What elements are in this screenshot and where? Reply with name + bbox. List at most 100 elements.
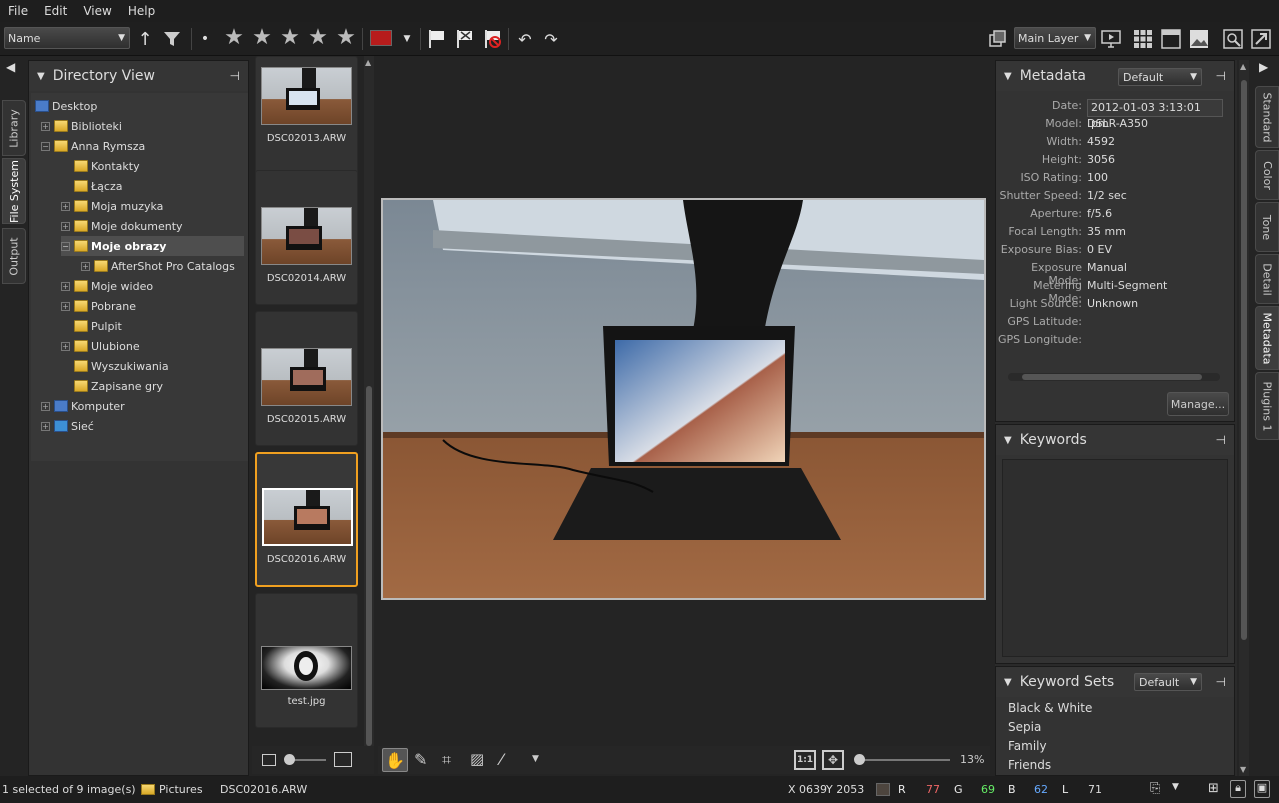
current-folder[interactable]: Pictures bbox=[159, 783, 203, 796]
collapse-right-icon[interactable]: ▶ bbox=[1259, 60, 1268, 74]
scrollbar-thumb[interactable] bbox=[1022, 374, 1202, 380]
thumbnail[interactable]: DSC02014.ARW bbox=[255, 170, 358, 305]
tab-output[interactable]: Output bbox=[2, 228, 26, 284]
star-1-icon[interactable]: ★ bbox=[220, 25, 248, 50]
scrollbar-thumb[interactable] bbox=[1241, 80, 1247, 640]
scroll-up-icon[interactable]: ▲ bbox=[365, 58, 371, 67]
tree-item-moja-muzyka[interactable]: + Moja muzyka bbox=[61, 196, 163, 216]
sort-ascending-icon[interactable]: ↑ bbox=[136, 28, 154, 50]
filmstrip-view-icon[interactable] bbox=[1160, 28, 1182, 50]
fullscreen-icon[interactable] bbox=[1250, 28, 1272, 50]
filmstrip-scrollbar[interactable]: ▲ bbox=[364, 56, 374, 746]
thumbnail[interactable]: DSC02015.ARW bbox=[255, 311, 358, 446]
lock-icon[interactable]: 🔒︎ bbox=[1230, 780, 1246, 798]
keyword-sets-dropdown[interactable]: Default ▼ bbox=[1134, 673, 1202, 691]
menu-edit[interactable]: Edit bbox=[36, 4, 75, 18]
color-label-swatch[interactable] bbox=[370, 30, 392, 46]
collapse-icon[interactable]: − bbox=[61, 241, 70, 251]
tree-item-komputer[interactable]: + Komputer bbox=[41, 396, 125, 416]
menu-file[interactable]: File bbox=[0, 4, 36, 18]
clear-flag-icon[interactable] bbox=[482, 28, 504, 50]
thumbnail-selected[interactable]: DSC02016.ARW bbox=[255, 452, 358, 587]
collapse-left-icon[interactable]: ◀ bbox=[6, 60, 15, 74]
layers-icon[interactable] bbox=[986, 28, 1008, 50]
tree-item-biblioteki[interactable]: + Biblioteki bbox=[41, 116, 122, 136]
tab-standard[interactable]: Standard bbox=[1255, 86, 1279, 148]
tree-item-anna-rymsza[interactable]: − Anna Rymsza bbox=[41, 136, 145, 156]
pin-icon[interactable]: ⊣ bbox=[1216, 69, 1226, 83]
tree-item-moje-dokumenty[interactable]: + Moje dokumenty bbox=[61, 216, 183, 236]
zoom-slider[interactable] bbox=[856, 759, 950, 761]
expand-icon[interactable]: + bbox=[41, 121, 50, 131]
tab-tone[interactable]: Tone bbox=[1255, 202, 1279, 252]
scroll-up-icon[interactable]: ▲ bbox=[1240, 62, 1246, 71]
rotate-right-icon[interactable]: ↷ bbox=[540, 28, 562, 50]
scrollbar-thumb[interactable] bbox=[366, 386, 372, 746]
collapse-triangle-icon[interactable]: ▼ bbox=[1004, 71, 1012, 82]
keyword-item[interactable]: Family bbox=[996, 739, 1234, 758]
small-thumb-icon[interactable] bbox=[262, 754, 276, 766]
pin-icon[interactable]: ⊣ bbox=[1216, 433, 1226, 447]
tree-item-zapisane-gry[interactable]: Zapisane gry bbox=[74, 376, 163, 396]
hand-tool-icon[interactable]: ✋ bbox=[382, 748, 408, 772]
chevron-down-icon[interactable]: ▼ bbox=[1172, 782, 1179, 792]
expand-icon[interactable]: + bbox=[61, 301, 70, 311]
tab-detail[interactable]: Detail bbox=[1255, 254, 1279, 304]
keyword-item[interactable]: Sepia bbox=[996, 720, 1234, 739]
collapse-triangle-icon[interactable]: ▼ bbox=[1004, 677, 1012, 688]
tab-color[interactable]: Color bbox=[1255, 150, 1279, 200]
tree-item-lacza[interactable]: Łącza bbox=[74, 176, 123, 196]
collapse-icon[interactable]: − bbox=[41, 141, 50, 151]
tree-item-moje-wideo[interactable]: + Moje wideo bbox=[61, 276, 153, 296]
keyword-item[interactable]: Black & White bbox=[996, 701, 1234, 720]
tool-dropdown-chevron-icon[interactable]: ▼ bbox=[532, 754, 539, 764]
fit-to-window-icon[interactable]: ✥ bbox=[822, 750, 844, 770]
rotate-left-icon[interactable]: ↶ bbox=[514, 28, 536, 50]
color-dropdown-chevron-icon[interactable]: ▼ bbox=[400, 28, 414, 50]
main-photo[interactable] bbox=[381, 198, 986, 600]
grid-icon[interactable]: ⊞ bbox=[1208, 781, 1219, 796]
menu-view[interactable]: View bbox=[75, 4, 119, 18]
tree-item-pobrane[interactable]: + Pobrane bbox=[61, 296, 136, 316]
collapse-triangle-icon[interactable]: ▼ bbox=[37, 71, 45, 82]
zoom-1-1-button[interactable]: 1:1 bbox=[794, 750, 816, 770]
tag-icon[interactable]: ⎘ bbox=[1150, 781, 1160, 796]
single-view-icon[interactable] bbox=[1188, 28, 1210, 50]
expand-icon[interactable]: + bbox=[81, 261, 90, 271]
tree-item-moje-obrazy[interactable]: − Moje obrazy bbox=[61, 236, 244, 256]
expand-icon[interactable]: + bbox=[41, 421, 50, 431]
right-panel-scrollbar[interactable]: ▲ ▼ bbox=[1239, 60, 1249, 776]
tree-item-pulpit[interactable]: Pulpit bbox=[74, 316, 122, 336]
tree-item-ulubione[interactable]: + Ulubione bbox=[61, 336, 140, 356]
expand-icon[interactable]: + bbox=[61, 341, 70, 351]
straighten-icon[interactable]: ▨ bbox=[470, 750, 484, 768]
expand-icon[interactable]: + bbox=[61, 201, 70, 211]
pin-icon[interactable]: ⊣ bbox=[230, 69, 240, 83]
tree-item-desktop[interactable]: Desktop bbox=[35, 96, 97, 116]
thumbnail[interactable]: test.jpg bbox=[255, 593, 358, 728]
tree-item-kontakty[interactable]: Kontakty bbox=[74, 156, 140, 176]
expand-icon[interactable]: + bbox=[41, 401, 50, 411]
manage-button[interactable]: Manage... bbox=[1167, 392, 1229, 416]
tab-file-system[interactable]: File System bbox=[2, 158, 26, 224]
menu-help[interactable]: Help bbox=[120, 4, 163, 18]
zoom-view-icon[interactable] bbox=[1222, 28, 1244, 50]
sort-dropdown[interactable]: Name ▼ bbox=[4, 27, 130, 49]
metadata-preset-dropdown[interactable]: Default ▼ bbox=[1118, 68, 1202, 86]
metadata-value[interactable]: 2012-01-03 3:13:01 pm bbox=[1087, 99, 1223, 130]
grid-view-icon[interactable] bbox=[1132, 28, 1154, 50]
no-rating-dot-icon[interactable]: • bbox=[198, 28, 212, 50]
tree-item-siec[interactable]: + Sieć bbox=[41, 416, 94, 436]
metadata-h-scrollbar[interactable] bbox=[1008, 373, 1220, 381]
keyword-item[interactable]: Friends bbox=[996, 758, 1234, 777]
scroll-down-icon[interactable]: ▼ bbox=[1240, 765, 1246, 774]
filter-icon[interactable] bbox=[160, 28, 184, 50]
large-thumb-icon[interactable] bbox=[334, 752, 352, 767]
keywords-box[interactable] bbox=[1002, 459, 1228, 657]
tree-item-wyszukiwania[interactable]: Wyszukiwania bbox=[74, 356, 169, 376]
star-2-icon[interactable]: ★ bbox=[248, 25, 276, 50]
tab-plugins[interactable]: Plugins 1 bbox=[1255, 372, 1279, 440]
tab-library[interactable]: Library bbox=[2, 100, 26, 156]
reject-flag-icon[interactable] bbox=[454, 28, 476, 50]
expand-icon[interactable]: + bbox=[61, 281, 70, 291]
